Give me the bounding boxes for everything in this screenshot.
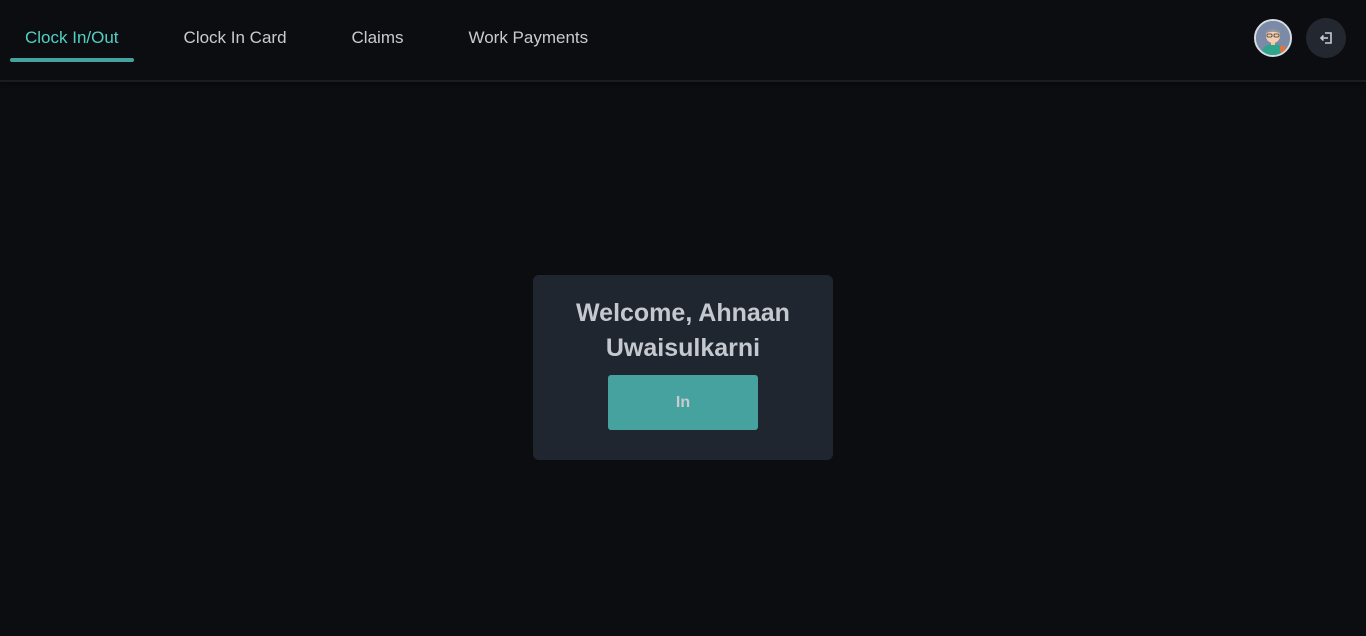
clock-card: Welcome, Ahnaan Uwaisulkarni In <box>533 275 833 460</box>
tab-label: Work Payments <box>468 28 589 47</box>
avatar[interactable] <box>1254 19 1292 57</box>
welcome-message: Welcome, Ahnaan Uwaisulkarni <box>576 299 790 362</box>
tab-clock-in-card[interactable]: Clock In Card <box>169 0 302 76</box>
tab-work-payments[interactable]: Work Payments <box>453 0 603 76</box>
user-avatar-icon <box>1256 21 1290 55</box>
logout-icon <box>1319 32 1332 44</box>
logout-button[interactable] <box>1306 18 1346 58</box>
nav-tabs: Clock In/Out Clock In Card Claims Work P… <box>10 0 638 80</box>
clock-in-button[interactable]: In <box>608 375 758 430</box>
top-navigation-bar: Clock In/Out Clock In Card Claims Work P… <box>0 0 1366 82</box>
tab-claims[interactable]: Claims <box>337 0 419 76</box>
tab-label: Clock In/Out <box>25 28 119 47</box>
header-controls <box>1254 18 1346 58</box>
tab-clock-in-out[interactable]: Clock In/Out <box>10 0 134 76</box>
tab-label: Claims <box>351 28 404 47</box>
tab-label: Clock In Card <box>183 28 287 47</box>
active-tab-indicator <box>10 58 134 62</box>
